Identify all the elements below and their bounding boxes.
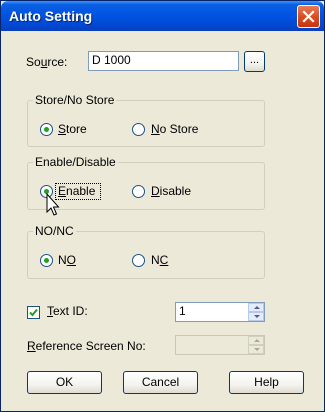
nonc-group-title: NO/NC: [33, 224, 76, 238]
cancel-button[interactable]: Cancel: [123, 371, 198, 394]
disable-radio[interactable]: [132, 185, 145, 198]
help-button[interactable]: Help: [229, 371, 304, 394]
reference-screen-input: [175, 335, 265, 355]
source-label: Source:: [26, 55, 68, 69]
window-title: Auto Setting: [9, 8, 93, 24]
nc-label[interactable]: NC: [151, 253, 168, 267]
store-label[interactable]: Store: [58, 122, 87, 136]
store-group: Store/No Store Store No Store: [27, 93, 265, 147]
checkmark-icon: [29, 308, 38, 317]
no-store-label[interactable]: No Store: [151, 122, 198, 136]
close-button[interactable]: [297, 5, 320, 28]
text-id-checkbox[interactable]: [27, 306, 40, 319]
no-label[interactable]: NO: [58, 253, 76, 267]
disable-label[interactable]: Disable: [151, 184, 191, 198]
spin-down-icon[interactable]: [248, 312, 264, 321]
mouse-cursor-icon: [46, 193, 60, 216]
nc-radio[interactable]: [132, 254, 145, 267]
enable-group: Enable/Disable Enable Disable: [27, 155, 265, 210]
reference-screen-spinner: [248, 336, 264, 354]
browse-button[interactable]: ...: [244, 51, 265, 72]
ok-button[interactable]: OK: [27, 371, 102, 394]
text-id-value: 1: [179, 304, 186, 318]
auto-setting-dialog: Auto Setting Source: D 1000 ... Store/No…: [0, 0, 325, 412]
nonc-group: NO/NC NO NC: [27, 224, 265, 279]
enable-group-title: Enable/Disable: [33, 155, 118, 169]
store-radio[interactable]: [40, 123, 53, 136]
reference-screen-label: Reference Screen No:: [27, 339, 146, 353]
spin-down-icon: [248, 345, 264, 354]
text-id-spinner[interactable]: [248, 303, 264, 321]
store-group-title: Store/No Store: [33, 93, 117, 107]
spin-up-icon: [248, 336, 264, 345]
text-id-label[interactable]: Text ID:: [47, 304, 88, 318]
source-input[interactable]: D 1000: [88, 51, 239, 71]
no-radio[interactable]: [40, 254, 53, 267]
no-store-radio[interactable]: [132, 123, 145, 136]
spin-up-icon[interactable]: [248, 303, 264, 312]
text-id-input[interactable]: 1: [175, 302, 265, 322]
focus-outline: [55, 183, 101, 200]
close-icon: [302, 10, 315, 23]
title-bar[interactable]: Auto Setting: [1, 1, 324, 31]
